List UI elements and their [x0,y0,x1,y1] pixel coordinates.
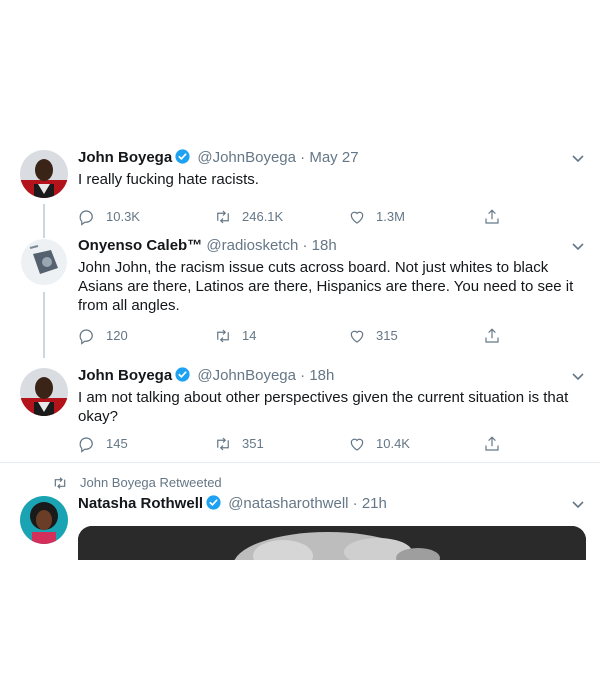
like-button[interactable]: 10.4K [348,434,410,454]
verified-badge-icon [174,148,191,165]
reply-icon [79,437,93,453]
share-icon [485,436,499,451]
like-icon [350,438,364,451]
chevron-down-icon[interactable] [570,238,586,254]
display-name[interactable]: John Boyega [78,149,172,166]
chevron-down-icon[interactable] [570,150,586,166]
timestamp[interactable]: 18h [312,237,337,254]
thread-line [43,292,45,358]
like-count: 315 [376,328,398,343]
reply-button[interactable]: 145 [78,434,128,454]
retweet-count: 14 [242,328,257,343]
tweet-text: John John, the racism issue cuts across … [78,259,574,314]
separator-dot: · [352,495,358,512]
share-button[interactable] [483,326,511,346]
action-bar: 120 14 315 [78,326,518,346]
share-button[interactable] [483,207,511,227]
reply-count: 120 [106,328,128,343]
chevron-down-icon[interactable] [570,496,586,512]
tweet-media[interactable] [78,526,586,560]
like-icon [350,211,364,224]
like-icon [350,330,364,343]
reply-button[interactable]: 120 [78,326,128,346]
reply-icon [79,210,93,226]
handle[interactable]: @natasharothwell [228,495,348,512]
avatar[interactable] [20,238,68,286]
handle[interactable]: @JohnBoyega [197,367,296,384]
tweet-text: I really fucking hate racists. [78,171,259,188]
display-name[interactable]: Onyenso Caleb™ [78,237,202,254]
avatar[interactable] [20,496,68,544]
avatar[interactable] [20,368,68,416]
retweet-icon [217,210,229,224]
retweeted-by-label[interactable]: John Boyega Retweeted [80,474,222,492]
retweet-count: 351 [242,436,264,451]
divider [0,462,600,463]
reply-button[interactable]: 10.3K [78,207,140,227]
reply-count: 145 [106,436,128,451]
like-button[interactable]: 315 [348,326,398,346]
timeline: John Boyega @JohnBoyega · May 27 I reall… [0,140,600,560]
handle[interactable]: @JohnBoyega [197,149,296,166]
separator-dot: · [300,367,306,384]
display-name[interactable]: Natasha Rothwell [78,495,203,512]
action-bar: 145 351 10.4K [78,434,518,454]
like-button[interactable]: 1.3M [348,207,405,227]
share-icon [485,209,499,224]
reply-count: 10.3K [106,209,140,224]
retweet-icon [54,477,66,489]
share-button[interactable] [483,434,511,454]
separator-dot: · [300,149,306,166]
action-bar: 10.3K 246.1K 1.3M [78,207,518,227]
retweet-context: John Boyega Retweeted [52,474,222,492]
retweet-icon [217,437,229,451]
verified-badge-icon [205,494,222,511]
retweet-icon [217,329,229,343]
retweet-count: 246.1K [242,209,284,224]
timestamp[interactable]: May 27 [309,149,358,166]
tweet-text: I am not talking about other perspective… [78,389,569,425]
avatar[interactable] [20,150,68,198]
handle[interactable]: @radiosketch [206,237,298,254]
timestamp[interactable]: 21h [362,495,387,512]
reply-icon [79,329,93,345]
chevron-down-icon[interactable] [570,368,586,384]
share-icon [485,328,499,343]
retweet-button[interactable]: 14 [214,326,256,346]
like-count: 1.3M [376,209,405,224]
separator-dot: · [302,237,308,254]
display-name[interactable]: John Boyega [78,367,172,384]
timestamp[interactable]: 18h [309,367,334,384]
retweet-button[interactable]: 351 [214,434,264,454]
verified-badge-icon [174,366,191,383]
retweet-button[interactable]: 246.1K [214,207,283,227]
like-count: 10.4K [376,436,410,451]
